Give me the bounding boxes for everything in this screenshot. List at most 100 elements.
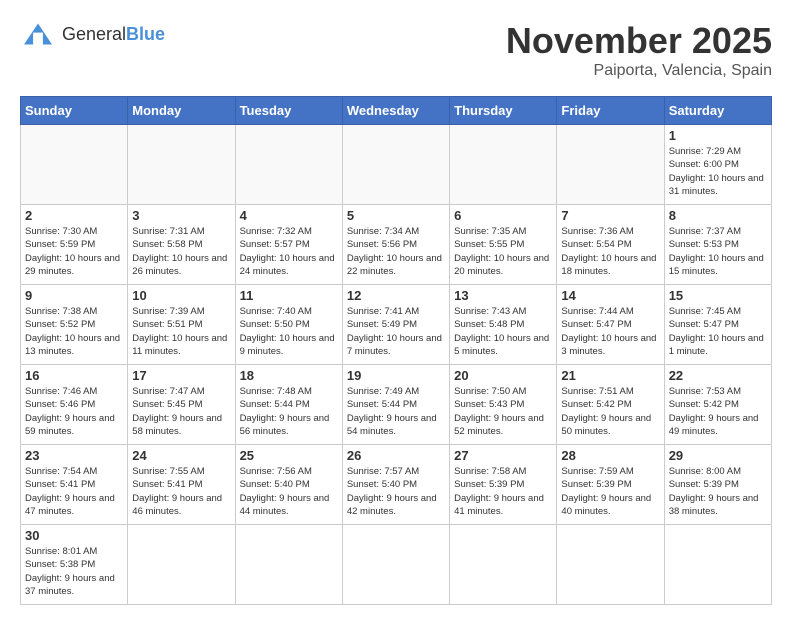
day-number: 4 bbox=[240, 208, 338, 223]
day-info: Sunrise: 7:37 AM Sunset: 5:53 PM Dayligh… bbox=[669, 225, 767, 278]
calendar-week-1: 1Sunrise: 7:29 AM Sunset: 6:00 PM Daylig… bbox=[21, 125, 772, 205]
calendar-cell: 2 Sunrise: 7:30 AM Sunset: 5:59 PM Daylig… bbox=[21, 205, 128, 285]
calendar-cell: 16Sunrise: 7:46 AM Sunset: 5:46 PM Dayli… bbox=[21, 365, 128, 445]
day-info: Sunrise: 7:48 AM Sunset: 5:44 PM Dayligh… bbox=[240, 385, 338, 438]
calendar-cell: 7 Sunrise: 7:36 AM Sunset: 5:54 PM Daylig… bbox=[557, 205, 664, 285]
calendar-cell: 25Sunrise: 7:56 AM Sunset: 5:40 PM Dayli… bbox=[235, 445, 342, 525]
day-info: Sunrise: 7:45 AM Sunset: 5:47 PM Dayligh… bbox=[669, 305, 767, 358]
day-info: Sunrise: 7:47 AM Sunset: 5:45 PM Dayligh… bbox=[132, 385, 230, 438]
calendar-cell: 13 Sunrise: 7:43 AM Sunset: 5:48 PM Dayli… bbox=[450, 285, 557, 365]
calendar-header: November 2025 Paiporta, Valencia, Spain bbox=[506, 20, 772, 80]
header-monday: Monday bbox=[128, 97, 235, 125]
header-thursday: Thursday bbox=[450, 97, 557, 125]
day-info: Sunrise: 7:56 AM Sunset: 5:40 PM Dayligh… bbox=[240, 465, 338, 518]
day-info: Sunrise: 7:32 AM Sunset: 5:57 PM Dayligh… bbox=[240, 225, 338, 278]
calendar-cell: 22Sunrise: 7:53 AM Sunset: 5:42 PM Dayli… bbox=[664, 365, 771, 445]
calendar-week-3: 9 Sunrise: 7:38 AM Sunset: 5:52 PM Daylig… bbox=[21, 285, 772, 365]
calendar-cell: 15 Sunrise: 7:45 AM Sunset: 5:47 PM Dayli… bbox=[664, 285, 771, 365]
calendar-cell: 30 Sunrise: 8:01 AM Sunset: 5:38 PM Dayli… bbox=[21, 525, 128, 605]
day-number: 30 bbox=[25, 528, 123, 543]
day-number: 5 bbox=[347, 208, 445, 223]
page-header: GeneralBlue November 2025 Paiporta, Vale… bbox=[20, 20, 772, 80]
day-number: 12 bbox=[347, 288, 445, 303]
calendar-title: November 2025 bbox=[506, 20, 772, 62]
calendar-cell: 26 Sunrise: 7:57 AM Sunset: 5:40 PM Dayli… bbox=[342, 445, 449, 525]
calendar-cell bbox=[664, 525, 771, 605]
day-number: 2 bbox=[25, 208, 123, 223]
calendar-cell bbox=[342, 125, 449, 205]
day-number: 8 bbox=[669, 208, 767, 223]
calendar-cell: 6 Sunrise: 7:35 AM Sunset: 5:55 PM Daylig… bbox=[450, 205, 557, 285]
calendar-week-6: 30 Sunrise: 8:01 AM Sunset: 5:38 PM Dayli… bbox=[21, 525, 772, 605]
day-info: Sunrise: 7:43 AM Sunset: 5:48 PM Dayligh… bbox=[454, 305, 552, 358]
calendar-cell: 4 Sunrise: 7:32 AM Sunset: 5:57 PM Daylig… bbox=[235, 205, 342, 285]
day-info: Sunrise: 7:49 AM Sunset: 5:44 PM Dayligh… bbox=[347, 385, 445, 438]
day-info: Sunrise: 7:58 AM Sunset: 5:39 PM Dayligh… bbox=[454, 465, 552, 518]
day-info: Sunrise: 7:53 AM Sunset: 5:42 PM Dayligh… bbox=[669, 385, 767, 438]
day-number: 3 bbox=[132, 208, 230, 223]
calendar-cell bbox=[557, 125, 664, 205]
day-number: 28 bbox=[561, 448, 659, 463]
day-number: 1 bbox=[669, 128, 767, 143]
calendar-cell: 14 Sunrise: 7:44 AM Sunset: 5:47 PM Dayli… bbox=[557, 285, 664, 365]
calendar-cell: 3 Sunrise: 7:31 AM Sunset: 5:58 PM Daylig… bbox=[128, 205, 235, 285]
day-info: Sunrise: 7:59 AM Sunset: 5:39 PM Dayligh… bbox=[561, 465, 659, 518]
calendar-cell: 27Sunrise: 7:58 AM Sunset: 5:39 PM Dayli… bbox=[450, 445, 557, 525]
calendar-cell: 12 Sunrise: 7:41 AM Sunset: 5:49 PM Dayli… bbox=[342, 285, 449, 365]
header-sunday: Sunday bbox=[21, 97, 128, 125]
calendar-subtitle: Paiporta, Valencia, Spain bbox=[506, 62, 772, 80]
day-number: 29 bbox=[669, 448, 767, 463]
calendar-table: SundayMondayTuesdayWednesdayThursdayFrid… bbox=[20, 96, 772, 605]
day-number: 7 bbox=[561, 208, 659, 223]
day-number: 26 bbox=[347, 448, 445, 463]
logo: GeneralBlue bbox=[20, 20, 165, 48]
day-info: Sunrise: 7:41 AM Sunset: 5:49 PM Dayligh… bbox=[347, 305, 445, 358]
calendar-cell: 20 Sunrise: 7:50 AM Sunset: 5:43 PM Dayli… bbox=[450, 365, 557, 445]
calendar-cell: 19Sunrise: 7:49 AM Sunset: 5:44 PM Dayli… bbox=[342, 365, 449, 445]
day-info: Sunrise: 7:31 AM Sunset: 5:58 PM Dayligh… bbox=[132, 225, 230, 278]
calendar-week-5: 23Sunrise: 7:54 AM Sunset: 5:41 PM Dayli… bbox=[21, 445, 772, 525]
calendar-cell bbox=[342, 525, 449, 605]
calendar-cell bbox=[557, 525, 664, 605]
day-info: Sunrise: 7:35 AM Sunset: 5:55 PM Dayligh… bbox=[454, 225, 552, 278]
calendar-cell: 24Sunrise: 7:55 AM Sunset: 5:41 PM Dayli… bbox=[128, 445, 235, 525]
day-info: Sunrise: 7:51 AM Sunset: 5:42 PM Dayligh… bbox=[561, 385, 659, 438]
calendar-cell bbox=[450, 125, 557, 205]
day-info: Sunrise: 7:30 AM Sunset: 5:59 PM Dayligh… bbox=[25, 225, 123, 278]
calendar-cell bbox=[235, 125, 342, 205]
calendar-week-2: 2 Sunrise: 7:30 AM Sunset: 5:59 PM Daylig… bbox=[21, 205, 772, 285]
header-tuesday: Tuesday bbox=[235, 97, 342, 125]
calendar-cell bbox=[450, 525, 557, 605]
day-info: Sunrise: 7:46 AM Sunset: 5:46 PM Dayligh… bbox=[25, 385, 123, 438]
day-info: Sunrise: 7:38 AM Sunset: 5:52 PM Dayligh… bbox=[25, 305, 123, 358]
day-info: Sunrise: 7:50 AM Sunset: 5:43 PM Dayligh… bbox=[454, 385, 552, 438]
day-info: Sunrise: 7:54 AM Sunset: 5:41 PM Dayligh… bbox=[25, 465, 123, 518]
day-info: Sunrise: 8:01 AM Sunset: 5:38 PM Dayligh… bbox=[25, 545, 123, 598]
calendar-cell: 18Sunrise: 7:48 AM Sunset: 5:44 PM Dayli… bbox=[235, 365, 342, 445]
header-friday: Friday bbox=[557, 97, 664, 125]
day-info: Sunrise: 7:36 AM Sunset: 5:54 PM Dayligh… bbox=[561, 225, 659, 278]
logo-icon bbox=[20, 20, 56, 48]
day-number: 13 bbox=[454, 288, 552, 303]
day-info: Sunrise: 7:34 AM Sunset: 5:56 PM Dayligh… bbox=[347, 225, 445, 278]
day-info: Sunrise: 7:57 AM Sunset: 5:40 PM Dayligh… bbox=[347, 465, 445, 518]
day-info: Sunrise: 8:00 AM Sunset: 5:39 PM Dayligh… bbox=[669, 465, 767, 518]
calendar-cell: 29 Sunrise: 8:00 AM Sunset: 5:39 PM Dayli… bbox=[664, 445, 771, 525]
calendar-cell: 8 Sunrise: 7:37 AM Sunset: 5:53 PM Daylig… bbox=[664, 205, 771, 285]
calendar-cell bbox=[21, 125, 128, 205]
day-number: 15 bbox=[669, 288, 767, 303]
day-number: 24 bbox=[132, 448, 230, 463]
day-number: 17 bbox=[132, 368, 230, 383]
day-number: 21 bbox=[561, 368, 659, 383]
day-number: 6 bbox=[454, 208, 552, 223]
day-number: 9 bbox=[25, 288, 123, 303]
day-number: 20 bbox=[454, 368, 552, 383]
calendar-cell: 11Sunrise: 7:40 AM Sunset: 5:50 PM Dayli… bbox=[235, 285, 342, 365]
calendar-cell: 5 Sunrise: 7:34 AM Sunset: 5:56 PM Daylig… bbox=[342, 205, 449, 285]
calendar-cell: 17 Sunrise: 7:47 AM Sunset: 5:45 PM Dayli… bbox=[128, 365, 235, 445]
day-number: 14 bbox=[561, 288, 659, 303]
day-info: Sunrise: 7:44 AM Sunset: 5:47 PM Dayligh… bbox=[561, 305, 659, 358]
calendar-cell: 9 Sunrise: 7:38 AM Sunset: 5:52 PM Daylig… bbox=[21, 285, 128, 365]
calendar-cell: 28 Sunrise: 7:59 AM Sunset: 5:39 PM Dayli… bbox=[557, 445, 664, 525]
calendar-cell: 23Sunrise: 7:54 AM Sunset: 5:41 PM Dayli… bbox=[21, 445, 128, 525]
